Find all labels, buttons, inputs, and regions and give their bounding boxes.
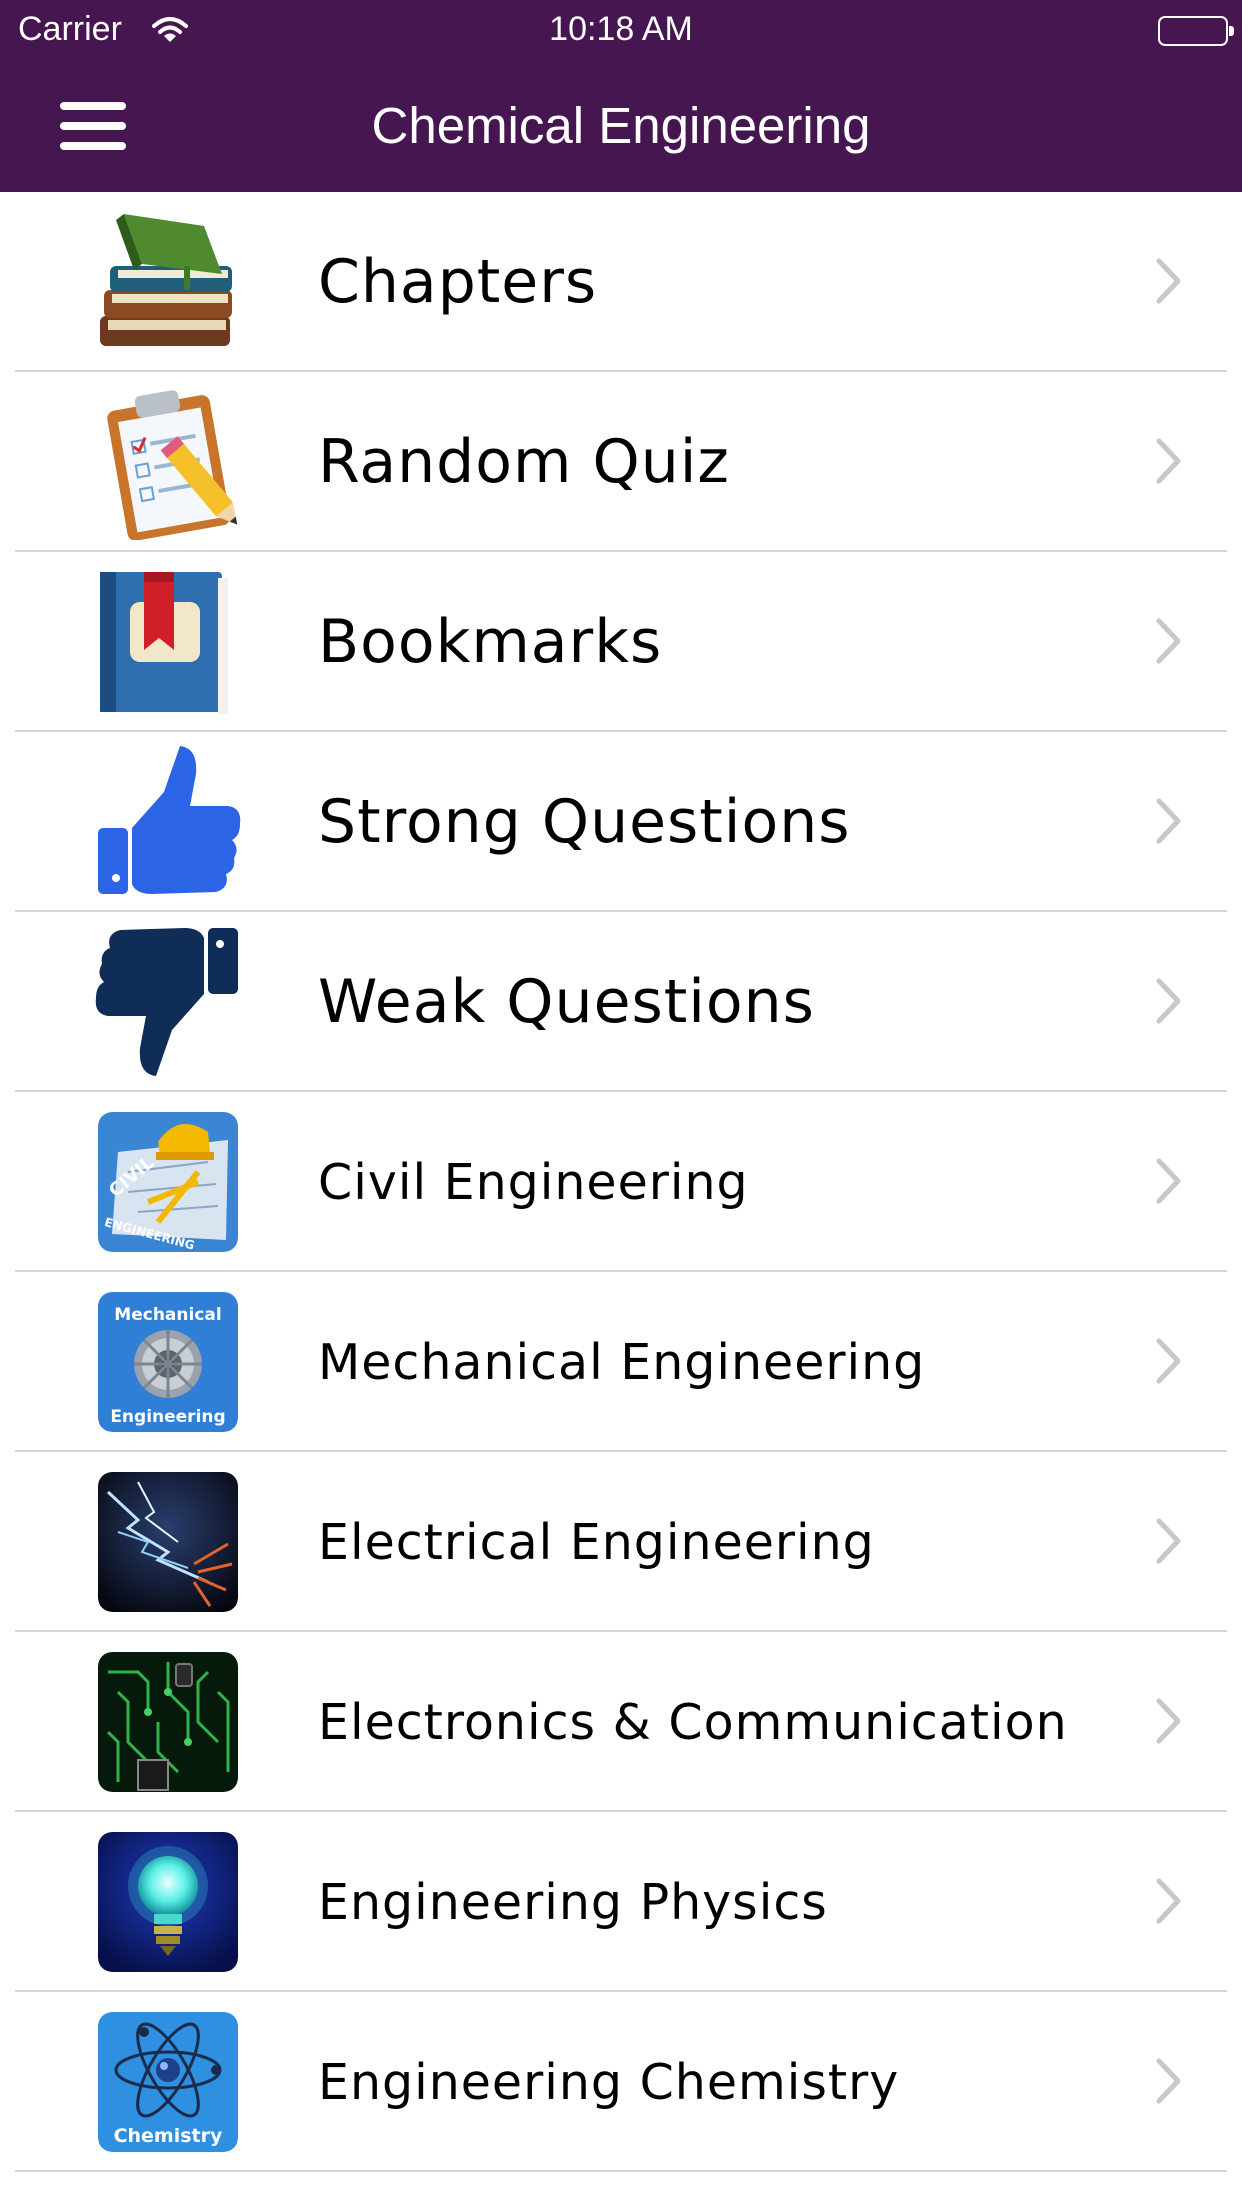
thumbs-up-icon (94, 744, 242, 900)
chevron-right-icon (1156, 618, 1181, 664)
list-item-mechanical-engineering[interactable]: Mechanical Engineering Mechanical Engine… (0, 1272, 1242, 1452)
clipboard-pencil-icon (94, 384, 242, 540)
atom-icon: Chemistry (94, 2004, 242, 2160)
chevron-right-icon (1156, 258, 1181, 304)
list-item-engineering-physics[interactable]: Engineering Physics (0, 1812, 1242, 1992)
list-item-civil-engineering[interactable]: CIVIL ENGINEERING Civil Engineering (0, 1092, 1242, 1272)
bookmark-book-icon (94, 564, 242, 720)
list-item-label: Electronics & Communication (318, 1693, 1068, 1751)
status-time: 10:18 AM (549, 10, 693, 48)
tile-text-top: Mechanical (114, 1305, 221, 1325)
list-item-label: Chapters (318, 247, 598, 317)
list-item-weak-questions[interactable]: Weak Questions (0, 912, 1242, 1092)
tile-text: Chemistry (114, 2125, 223, 2147)
battery-icon (1158, 16, 1234, 46)
list-item-chapters[interactable]: Chapters (0, 192, 1242, 372)
chevron-right-icon (1156, 1698, 1181, 1744)
list-item-label: Strong Questions (318, 787, 851, 857)
chevron-right-icon (1156, 1338, 1181, 1384)
list-item-label: Mechanical Engineering (318, 1333, 926, 1391)
books-icon (94, 204, 242, 360)
mechanical-engineering-icon: Mechanical Engineering (94, 1284, 242, 1440)
list-item-label: Civil Engineering (318, 1153, 749, 1211)
list-item-label: Bookmarks (318, 607, 663, 677)
civil-engineering-icon: CIVIL ENGINEERING (94, 1104, 242, 1260)
circuit-board-icon (94, 1644, 242, 1800)
chevron-right-icon (1156, 1158, 1181, 1204)
list-item-bookmarks[interactable]: Bookmarks (0, 552, 1242, 732)
list-item-label: Electrical Engineering (318, 1513, 875, 1571)
chevron-right-icon (1156, 978, 1181, 1024)
list-item-label: Random Quiz (318, 427, 730, 497)
navigation-bar: Chemical Engineering (0, 60, 1242, 192)
thumbs-down-icon (94, 924, 242, 1080)
chevron-right-icon (1156, 2058, 1181, 2104)
menu-list: Chapters Random Quiz Bookmarks Strong Qu… (0, 192, 1242, 2172)
chevron-right-icon (1156, 1518, 1181, 1564)
page-title: Chemical Engineering (371, 97, 871, 154)
chevron-right-icon (1156, 798, 1181, 844)
electrical-engineering-icon (94, 1464, 242, 1620)
list-item-label: Engineering Chemistry (318, 2053, 900, 2111)
list-item-random-quiz[interactable]: Random Quiz (0, 372, 1242, 552)
list-item-strong-questions[interactable]: Strong Questions (0, 732, 1242, 912)
list-item-electronics-communication[interactable]: Electronics & Communication (0, 1632, 1242, 1812)
list-item-engineering-chemistry[interactable]: Chemistry Engineering Chemistry (0, 1992, 1242, 2172)
list-item-label: Engineering Physics (318, 1873, 828, 1931)
status-bar: Carrier 10:18 AM (0, 0, 1242, 60)
chevron-right-icon (1156, 438, 1181, 484)
light-bulb-icon (94, 1824, 242, 1980)
tile-text-bottom: Engineering (110, 1407, 225, 1427)
list-item-electrical-engineering[interactable]: Electrical Engineering (0, 1452, 1242, 1632)
chevron-right-icon (1156, 1878, 1181, 1924)
list-item-label: Weak Questions (318, 967, 815, 1037)
